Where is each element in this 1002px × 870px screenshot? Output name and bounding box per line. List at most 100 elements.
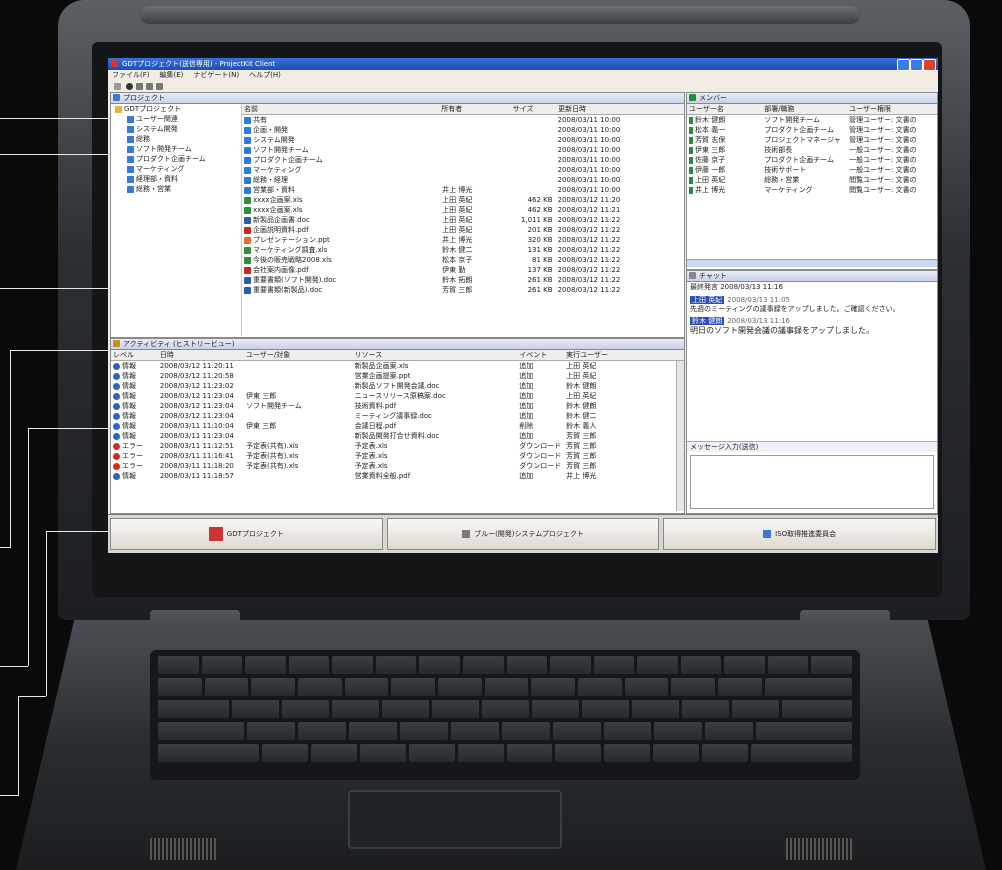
file-owner: 松本 京子 — [440, 255, 512, 265]
tree-item[interactable]: GDTプロジェクト — [111, 104, 241, 114]
tree-item[interactable]: 総務 — [111, 134, 241, 144]
column-header[interactable]: リソース — [353, 350, 518, 360]
tree-item[interactable]: システム開発 — [111, 124, 241, 134]
activity-level: 情報 — [111, 411, 158, 421]
tree-item[interactable]: 総務・営業 — [111, 184, 241, 194]
file-row[interactable]: 営業部・資料 井上 博光 2008/03/11 10:00 — [242, 185, 684, 195]
activity-tab[interactable]: アクティビティ (ヒストリービュー) — [123, 340, 235, 348]
file-row[interactable]: 共有 2008/03/11 10:00 — [242, 115, 684, 125]
menu-item[interactable]: ファイル(F) — [112, 70, 150, 80]
file-row[interactable]: xxxx企画案.xls 上田 英紀 462 KB 2008/03/12 11:21 — [242, 205, 684, 215]
column-header[interactable]: サイズ — [511, 104, 556, 114]
error-icon — [113, 442, 120, 450]
file-row[interactable]: 企画・開発 2008/03/11 10:00 — [242, 125, 684, 135]
chat-input-field[interactable] — [690, 455, 934, 509]
activity-row[interactable]: エラー 2008/03/11 11:12:51 予定表(共有).xls 予定表.xls… — [111, 441, 684, 451]
tree-item[interactable]: 経理部・資料 — [111, 174, 241, 184]
activity-row[interactable]: エラー 2008/03/11 11:18:20 予定表(共有).xls 予定表.xls… — [111, 461, 684, 471]
file-row[interactable]: 重要書類(新製品).doc 芳賀 三郎 261 KB 2008/03/12 11:22 — [242, 285, 684, 295]
file-row[interactable]: 今後の販売戦略2008.xls 松本 京子 81 KB 2008/03/12 11:2… — [242, 255, 684, 265]
activity-row[interactable]: 情報 2008/03/12 11:20:11 新製品企画案.xls 追加 上田 英紀 — [111, 361, 684, 371]
member-scrollbar[interactable] — [687, 259, 937, 267]
activity-row[interactable]: 情報 2008/03/11 11:18:57 営業資料全般.pdf 追加 井上 博光 — [111, 471, 684, 481]
activity-row[interactable]: 情報 2008/03/12 11:23:04 ソフト開発チーム 技術資料.pdf 追加 鈴… — [111, 401, 684, 411]
member-tab[interactable]: メンバー — [699, 94, 727, 102]
tree-item[interactable]: プロダクト企画チーム — [111, 154, 241, 164]
activity-row[interactable]: 情報 2008/03/12 11:23:02 新製品ソフト開発会議.doc 追加 鈴木 … — [111, 381, 684, 391]
member-row[interactable]: 芳賀 志保 プロジェクトマネージャ 管理ユーザー: 文書の — [687, 135, 937, 145]
record-icon[interactable] — [126, 83, 133, 90]
file-row[interactable]: 新製品企画書.doc 上田 英紀 1,011 KB 2008/03/12 11:22 — [242, 215, 684, 225]
menu-item[interactable]: 編集(E) — [160, 70, 184, 80]
activity-event-text: 追加 — [519, 392, 534, 400]
file-row[interactable]: 重要書類(ソフト開発).doc 鈴木 拓朗 261 KB 2008/03/12 11:… — [242, 275, 684, 285]
file-row[interactable]: 会社案内画像.pdf 伊東 勤 137 KB 2008/03/12 11:22 — [242, 265, 684, 275]
export-icon[interactable] — [156, 83, 163, 90]
member-row[interactable]: 上田 英紀 総務・営業 閲覧ユーザー: 文書の — [687, 175, 937, 185]
column-header[interactable]: ユーザー名 — [687, 104, 762, 114]
project-switch-button[interactable]: GDTプロジェクト — [110, 518, 383, 550]
chat-pane-header: チャット — [687, 271, 937, 282]
activity-scrollbar[interactable] — [676, 361, 684, 511]
member-role-text: 閲覧ユーザー: 文書の — [849, 186, 917, 194]
activity-row[interactable]: 情報 2008/03/11 11:10:04 伊東 三郎 会議日程.pdf 削除 鈴木 義… — [111, 421, 684, 431]
file-size-text: 201 KB — [527, 226, 553, 234]
activity-row[interactable]: 情報 2008/03/12 11:23:04 ミーティング議事録.doc 追加 鈴木 健… — [111, 411, 684, 421]
column-header[interactable]: 所有者 — [439, 104, 510, 114]
activity-row[interactable]: エラー 2008/03/11 11:16:41 予定表(共有).xls 予定表.xls… — [111, 451, 684, 461]
column-header[interactable]: 日時 — [158, 350, 244, 360]
folder-icon — [127, 115, 134, 123]
activity-row[interactable]: 情報 2008/03/12 11:20:58 営業企画提案.ppt 追加 上田 英紀 — [111, 371, 684, 381]
column-header[interactable]: 部署/職務 — [762, 104, 847, 114]
column-header[interactable]: ユーザー権限 — [847, 104, 937, 114]
menu-item[interactable]: ヘルプ(H) — [249, 70, 281, 80]
member-row[interactable]: 井上 博光 マーケティング 閲覧ユーザー: 文書の — [687, 185, 937, 195]
activity-resource-text: 会議日程.pdf — [354, 422, 397, 430]
file-row[interactable]: マーケティング調査.xls 鈴木 健二 131 KB 2008/03/12 11:22 — [242, 245, 684, 255]
project-tab[interactable]: プロジェクト — [123, 94, 165, 102]
tree-item[interactable]: ユーザー関連 — [111, 114, 241, 124]
file-row[interactable]: ソフト開発チーム 2008/03/11 10:00 — [242, 145, 684, 155]
project-tree: GDTプロジェクト ユーザー関連 システム開発 総務 ソフト開発チーム プロダクト企画チー… — [111, 104, 242, 336]
file-row[interactable]: プレゼンテーション.ppt 井上 博光 320 KB 2008/03/12 11:22 — [242, 235, 684, 245]
info-icon — [113, 382, 120, 390]
member-row[interactable]: 松本 義一 プロダクト企画チーム 管理ユーザー: 文書の — [687, 125, 937, 135]
column-header[interactable]: レベル — [111, 350, 158, 360]
activity-user-text: 井上 博光 — [566, 472, 597, 480]
file-row[interactable]: xxxx企画案.xls 上田 英紀 462 KB 2008/03/12 11:20 — [242, 195, 684, 205]
chat-tab[interactable]: チャット — [699, 272, 727, 280]
column-header[interactable]: イベント — [517, 350, 564, 360]
file-row[interactable]: 企画説明資料.pdf 上田 英紀 201 KB 2008/03/12 11:22 — [242, 225, 684, 235]
column-header[interactable]: 更新日時 — [556, 104, 684, 114]
activity-row[interactable]: 情報 2008/03/11 11:23:04 新製品開発打合せ資料.doc 追加 芳賀 … — [111, 431, 684, 441]
member-row[interactable]: 鈴木 健朗 ソフト開発チーム 管理ユーザー: 文書の — [687, 115, 937, 125]
member-dept-text: ソフト開発チーム — [764, 116, 820, 124]
file-row[interactable]: プロダクト企画チーム 2008/03/11 10:00 — [242, 155, 684, 165]
file-row[interactable]: システム開発 2008/03/11 10:00 — [242, 135, 684, 145]
project-pane-header: プロジェクト — [111, 93, 684, 104]
activity-row[interactable]: 情報 2008/03/12 11:23:04 伊東 三郎 ニュースリリース原稿案.do… — [111, 391, 684, 401]
column-header[interactable]: 実行ユーザー — [564, 350, 684, 360]
file-row[interactable]: 総務・経理 2008/03/11 10:00 — [242, 175, 684, 185]
file-owner-text: 松本 京子 — [442, 256, 473, 264]
file-date-text: 2008/03/12 11:22 — [557, 236, 621, 244]
project-switch-button[interactable]: ブルー(開発)システムプロジェクト — [386, 518, 660, 550]
tree-item[interactable]: マーケティング — [111, 164, 241, 174]
tree-item-label: 総務 — [136, 135, 150, 143]
file-row[interactable]: マーケティング 2008/03/11 10:00 — [242, 165, 684, 175]
back-icon[interactable] — [114, 83, 121, 90]
member-row[interactable]: 伊東 三郎 技術部長 一般ユーザー: 文書の — [687, 145, 937, 155]
file-name-text: 重要書類(ソフト開発).doc — [253, 276, 337, 284]
tree-item[interactable]: ソフト開発チーム — [111, 144, 241, 154]
member-row[interactable]: 佐藤 京子 プロダクト企画チーム 一般ユーザー: 文書の — [687, 155, 937, 165]
project-switch-button[interactable]: ISO取得推進委員会 — [663, 518, 937, 550]
menu-item[interactable]: ナビゲート(N) — [193, 70, 239, 80]
member-row[interactable]: 伊藤 一郎 技術サポート 一般ユーザー: 文書の — [687, 165, 937, 175]
print-icon[interactable] — [146, 83, 153, 90]
file-owner: 芳賀 三郎 — [440, 285, 512, 295]
file-size: 261 KB — [512, 275, 556, 285]
file-icon — [244, 246, 251, 254]
save-icon[interactable] — [136, 83, 143, 90]
column-header[interactable]: ユーザー/対象 — [244, 350, 353, 360]
column-header[interactable]: 名前 — [242, 104, 439, 114]
